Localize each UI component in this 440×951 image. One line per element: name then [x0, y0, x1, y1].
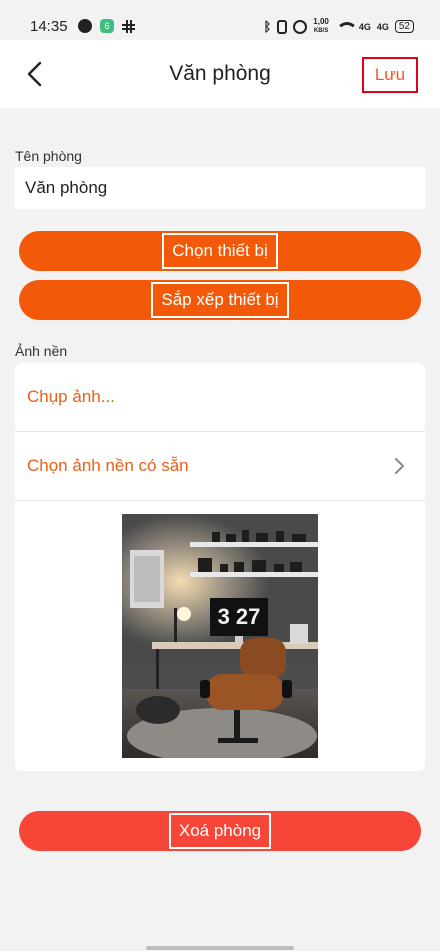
wifi-icon	[335, 20, 358, 34]
messenger-icon	[78, 19, 92, 33]
slack-icon	[122, 19, 135, 33]
app-header: Văn phòng Lưu	[0, 40, 440, 108]
alarm-icon	[293, 19, 308, 34]
app-badge-icon: 6	[100, 19, 114, 33]
room-name-input[interactable]	[15, 167, 425, 209]
select-devices-button[interactable]: Chọn thiết bị	[19, 231, 421, 271]
data-speed: 1,00 KB/S	[313, 18, 329, 35]
signal-icon: 4G	[376, 21, 389, 32]
choose-preset-label: Chọn ảnh nền có sẵn	[27, 456, 189, 475]
room-name-label: Tên phòng	[15, 148, 82, 164]
notification-icons: 6	[78, 19, 135, 33]
take-photo-row[interactable]: Chụp ảnh...	[15, 363, 425, 431]
speed-unit: KB/S	[313, 28, 329, 34]
status-time: 14:35	[30, 18, 68, 35]
chevron-right-icon	[395, 458, 404, 474]
speed-value: 1,00	[313, 17, 329, 26]
office-photo: 3 27	[122, 514, 318, 758]
background-card: Chụp ảnh... Chọn ảnh nền có sẵn 3 27	[15, 363, 425, 771]
signal-icon: 4G	[358, 21, 371, 32]
system-icons: ᛒ 1,00 KB/S 4G 4G 52	[263, 18, 414, 35]
choose-preset-row[interactable]: Chọn ảnh nền có sẵn	[15, 432, 425, 500]
vibrate-icon	[277, 19, 288, 34]
bluetooth-icon: ᛒ	[263, 19, 272, 34]
delete-room-button[interactable]: Xoá phòng	[19, 811, 421, 851]
background-section-label: Ảnh nền	[15, 343, 68, 359]
monitor-clock: 3 27	[218, 604, 261, 629]
background-preview-image[interactable]: 3 27	[122, 514, 318, 758]
arrange-devices-label: Sắp xếp thiết bị	[151, 282, 289, 318]
delete-room-label: Xoá phòng	[168, 813, 272, 849]
status-bar: 14:35 6 ᛒ 1,00 KB/S 4G 4G 52	[0, 0, 440, 40]
select-devices-label: Chọn thiết bị	[162, 233, 278, 269]
row-divider	[15, 500, 425, 501]
arrange-devices-button[interactable]: Sắp xếp thiết bị	[19, 280, 421, 320]
home-indicator	[146, 946, 294, 950]
save-button[interactable]: Lưu	[362, 57, 418, 93]
take-photo-label: Chụp ảnh...	[27, 387, 115, 406]
battery-icon: 52	[394, 20, 414, 33]
